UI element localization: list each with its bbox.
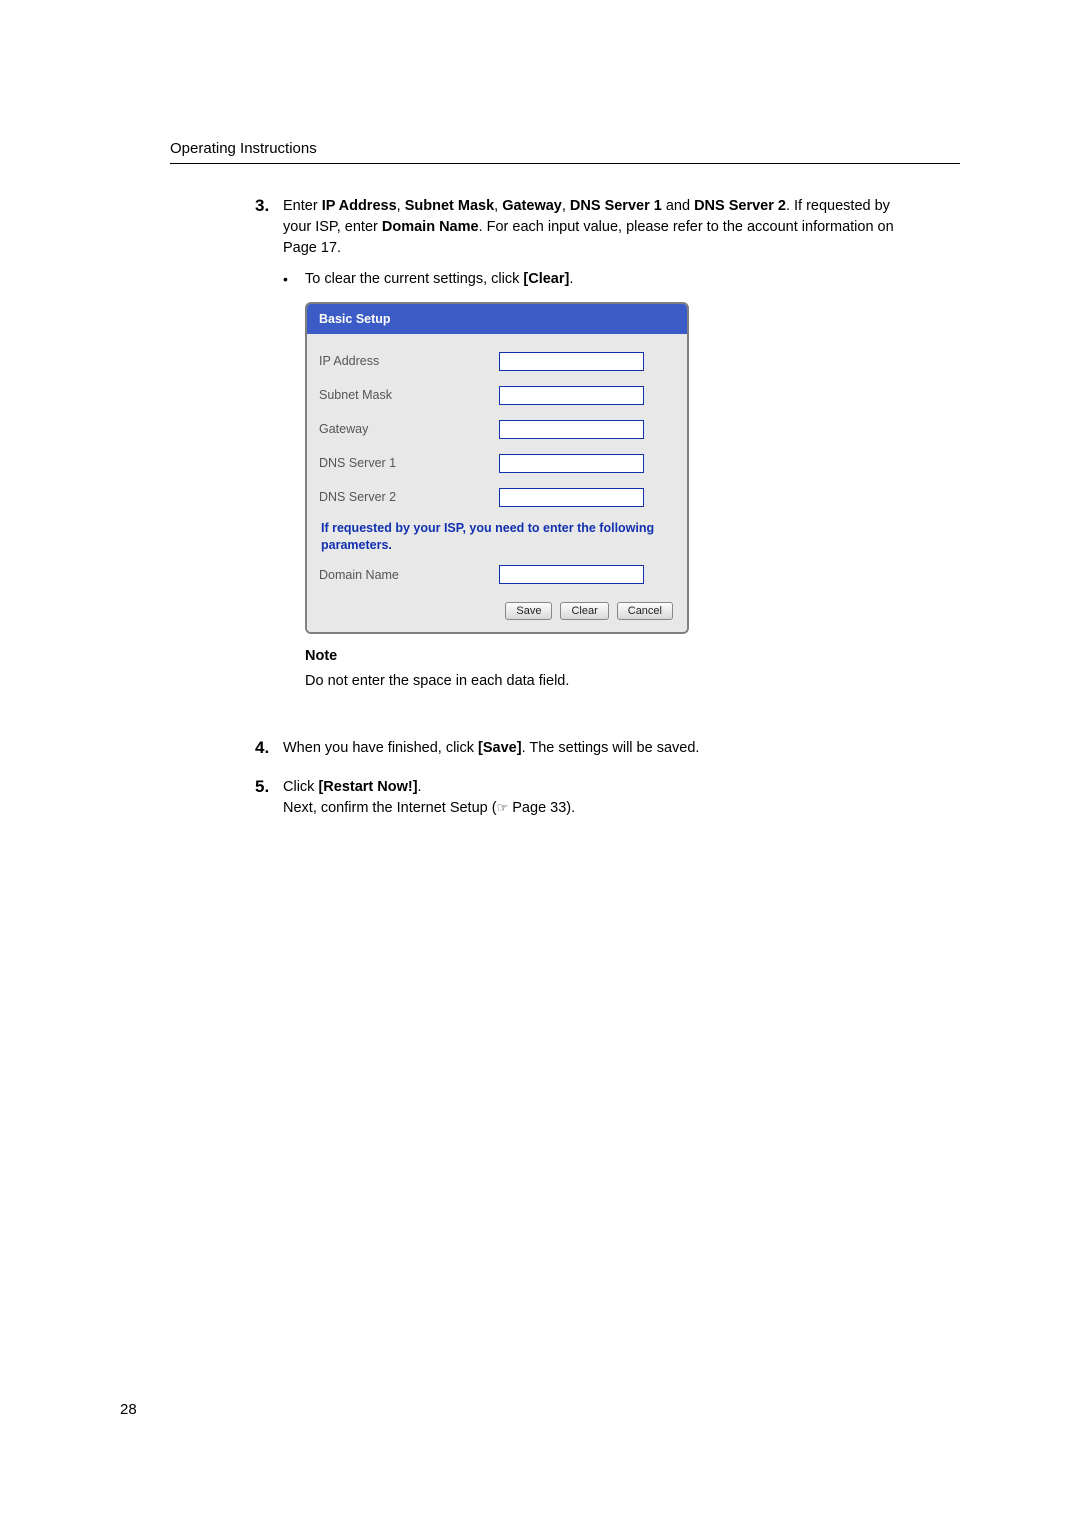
step-number: 3. <box>255 196 283 720</box>
note-block: Note Do not enter the space in each data… <box>305 646 905 692</box>
bold-text: Gateway <box>502 198 562 214</box>
form-row-dns1: DNS Server 1 <box>319 446 675 480</box>
bold-text: DNS Server 2 <box>694 198 786 214</box>
text: Page 33). <box>508 800 575 816</box>
button-bar: Save Clear Cancel <box>307 592 687 632</box>
content-area: 3. Enter IP Address, Subnet Mask, Gatewa… <box>255 196 905 819</box>
step-body: Enter IP Address, Subnet Mask, Gateway, … <box>283 196 905 720</box>
text: , <box>494 198 502 214</box>
text: To clear the current settings, click <box>305 271 523 287</box>
text: Enter <box>283 198 322 214</box>
step-body: When you have finished, click [Save]. Th… <box>283 738 905 759</box>
note-heading: Note <box>305 646 905 667</box>
page-number: 28 <box>120 1401 137 1418</box>
text: , <box>562 198 570 214</box>
text: and <box>662 198 694 214</box>
label-mask: Subnet Mask <box>319 386 499 404</box>
bullet-item: • To clear the current settings, click [… <box>283 269 905 290</box>
document-page: Operating Instructions 3. Enter IP Addre… <box>0 0 1080 1528</box>
bold-text: IP Address <box>322 198 397 214</box>
bullet-icon: • <box>283 269 305 290</box>
dns-server-2-input[interactable] <box>499 488 644 507</box>
form-row-ip: IP Address <box>319 344 675 378</box>
gateway-input[interactable] <box>499 420 644 439</box>
bold-text: Subnet Mask <box>405 198 494 214</box>
step-4: 4. When you have finished, click [Save].… <box>255 738 905 759</box>
clear-button[interactable]: Clear <box>560 602 608 620</box>
label-gateway: Gateway <box>319 420 499 438</box>
bold-text: [Clear] <box>523 271 569 287</box>
panel-body: IP Address Subnet Mask Gateway DNS <box>307 334 687 592</box>
bold-text: [Save] <box>478 740 522 756</box>
label-dns1: DNS Server 1 <box>319 454 499 472</box>
bold-text: DNS Server 1 <box>570 198 662 214</box>
note-text: Do not enter the space in each data fiel… <box>305 671 905 692</box>
text: . <box>569 271 573 287</box>
ip-address-input[interactable] <box>499 352 644 371</box>
bold-text: Domain Name <box>382 219 479 235</box>
reference-icon: ☞ <box>497 800 509 815</box>
text: Next, confirm the Internet Setup ( <box>283 800 497 816</box>
label-dns2: DNS Server 2 <box>319 488 499 506</box>
bold-text: [Restart Now!] <box>318 779 417 795</box>
bullet-text: To clear the current settings, click [Cl… <box>305 269 905 290</box>
panel-title: Basic Setup <box>307 304 687 334</box>
step-number: 5. <box>255 777 283 819</box>
dns-server-1-input[interactable] <box>499 454 644 473</box>
step-5: 5. Click [Restart Now!]. Next, confirm t… <box>255 777 905 819</box>
form-row-gateway: Gateway <box>319 412 675 446</box>
save-button[interactable]: Save <box>505 602 552 620</box>
text: , <box>397 198 405 214</box>
text: . The settings will be saved. <box>522 740 700 756</box>
form-row-dns2: DNS Server 2 <box>319 480 675 514</box>
step-number: 4. <box>255 738 283 759</box>
panel-message: If requested by your ISP, you need to en… <box>319 514 675 558</box>
form-row-domain: Domain Name <box>319 558 675 592</box>
text: When you have finished, click <box>283 740 478 756</box>
form-row-mask: Subnet Mask <box>319 378 675 412</box>
label-ip: IP Address <box>319 352 499 370</box>
basic-setup-panel: Basic Setup IP Address Subnet Mask Gatew… <box>305 302 689 634</box>
text: Click <box>283 779 318 795</box>
subnet-mask-input[interactable] <box>499 386 644 405</box>
label-domain: Domain Name <box>319 566 499 584</box>
cancel-button[interactable]: Cancel <box>617 602 673 620</box>
page-header: Operating Instructions <box>170 140 960 164</box>
step-3: 3. Enter IP Address, Subnet Mask, Gatewa… <box>255 196 905 720</box>
text: . <box>418 779 422 795</box>
domain-name-input[interactable] <box>499 565 644 584</box>
step-body: Click [Restart Now!]. Next, confirm the … <box>283 777 905 819</box>
